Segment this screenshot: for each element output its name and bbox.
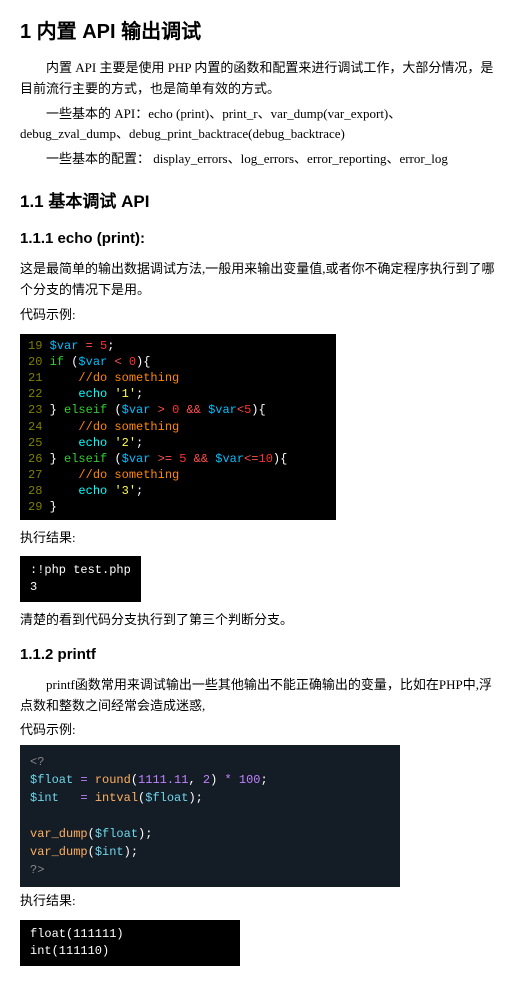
result-label-2: 执行结果:	[20, 891, 497, 912]
heading-1-1-1: 1.1.1 echo (print):	[20, 227, 497, 251]
intro-paragraph-3: 一些基本的配置： display_errors、log_errors、error…	[20, 149, 497, 170]
heading-1-1: 1.1 基本调试 API	[20, 188, 497, 215]
printf-desc: printf函数常用来调试输出一些其他输出不能正确输出的变量，比如在PHP中,浮…	[20, 675, 497, 717]
echo-conclusion: 清楚的看到代码分支执行到了第三个判断分支。	[20, 610, 497, 631]
intro-paragraph-2: 一些基本的 API：echo (print)、print_r、var_dump(…	[20, 104, 497, 146]
heading-1: 1 内置 API 输出调试	[20, 16, 497, 48]
code-label-2: 代码示例:	[20, 720, 497, 741]
code-label-1: 代码示例:	[20, 305, 497, 326]
intro-paragraph-1: 内置 API 主要是使用 PHP 内置的函数和配置来进行调试工作，大部分情况，是…	[20, 58, 497, 100]
result-label-1: 执行结果:	[20, 528, 497, 549]
terminal-output-1: :!php test.php 3	[20, 556, 141, 602]
code-block-echo: 19 $var = 5; 20 if ($var < 0){ 21 //do s…	[20, 334, 336, 520]
terminal-output-2: float(111111) int(111110)	[20, 920, 240, 966]
heading-1-1-2: 1.1.2 printf	[20, 643, 497, 667]
code-block-printf: <? $float = round(1111.11, 2) * 100; $in…	[20, 745, 400, 887]
echo-desc: 这是最简单的输出数据调试方法,一般用来输出变量值,或者你不确定程序执行到了哪个分…	[20, 259, 497, 301]
